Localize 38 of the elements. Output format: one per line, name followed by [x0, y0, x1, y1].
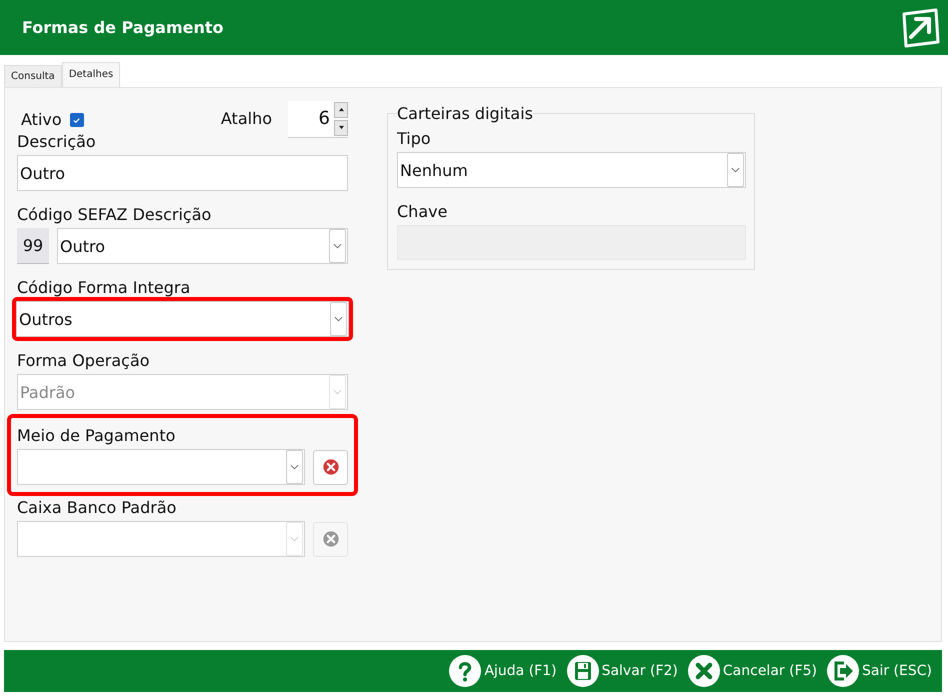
- close-icon: [322, 458, 340, 476]
- dropdown[interactable]: Outro: [57, 228, 348, 264]
- field-label: Chave: [397, 202, 448, 222]
- caret-icon: [286, 450, 303, 484]
- caret-icon: [330, 302, 347, 336]
- footer-button[interactable]: Ajuda (F1): [449, 655, 557, 687]
- clear-button[interactable]: [313, 450, 348, 484]
- exit-icon: [827, 655, 859, 687]
- close-icon: [688, 655, 720, 687]
- caret-icon: [286, 522, 303, 556]
- close-icon: [322, 530, 340, 548]
- check-icon: [72, 116, 82, 124]
- field-label: Código SEFAZ Descrição: [17, 205, 212, 225]
- group-legend: Carteiras digitais: [397, 104, 533, 123]
- field-label: Ativo: [21, 110, 62, 130]
- checkbox[interactable]: [70, 113, 84, 127]
- footer-button[interactable]: Sair (ESC): [827, 655, 932, 687]
- field-label: Meio de Pagamento: [17, 426, 176, 446]
- save-icon: [566, 655, 599, 687]
- tab[interactable]: Consulta: [4, 65, 62, 87]
- dropdown[interactable]: Nenhum: [397, 152, 746, 188]
- field-label: Atalho: [220, 109, 272, 129]
- help-icon: [449, 655, 482, 687]
- field-label: Caixa Banco Padrão: [17, 498, 178, 518]
- field-label: Descrição: [17, 132, 97, 152]
- field-label: Tipo: [397, 129, 432, 149]
- caret-icon: [329, 229, 346, 263]
- caret-icon: [329, 375, 346, 409]
- code-field: 99: [17, 228, 49, 264]
- window-title: Formas de Pagamento: [22, 18, 224, 37]
- footer-button[interactable]: Salvar (F2): [566, 655, 678, 687]
- caret-icon: [727, 153, 744, 187]
- tab[interactable]: Detalhes: [62, 62, 120, 87]
- footer-button[interactable]: Cancelar (F5): [688, 655, 817, 687]
- text-field[interactable]: Outro: [17, 155, 348, 191]
- number-field[interactable]: 6: [288, 100, 348, 138]
- field-label: Código Forma Integra: [17, 278, 192, 298]
- field-label: Forma Operação: [17, 351, 151, 371]
